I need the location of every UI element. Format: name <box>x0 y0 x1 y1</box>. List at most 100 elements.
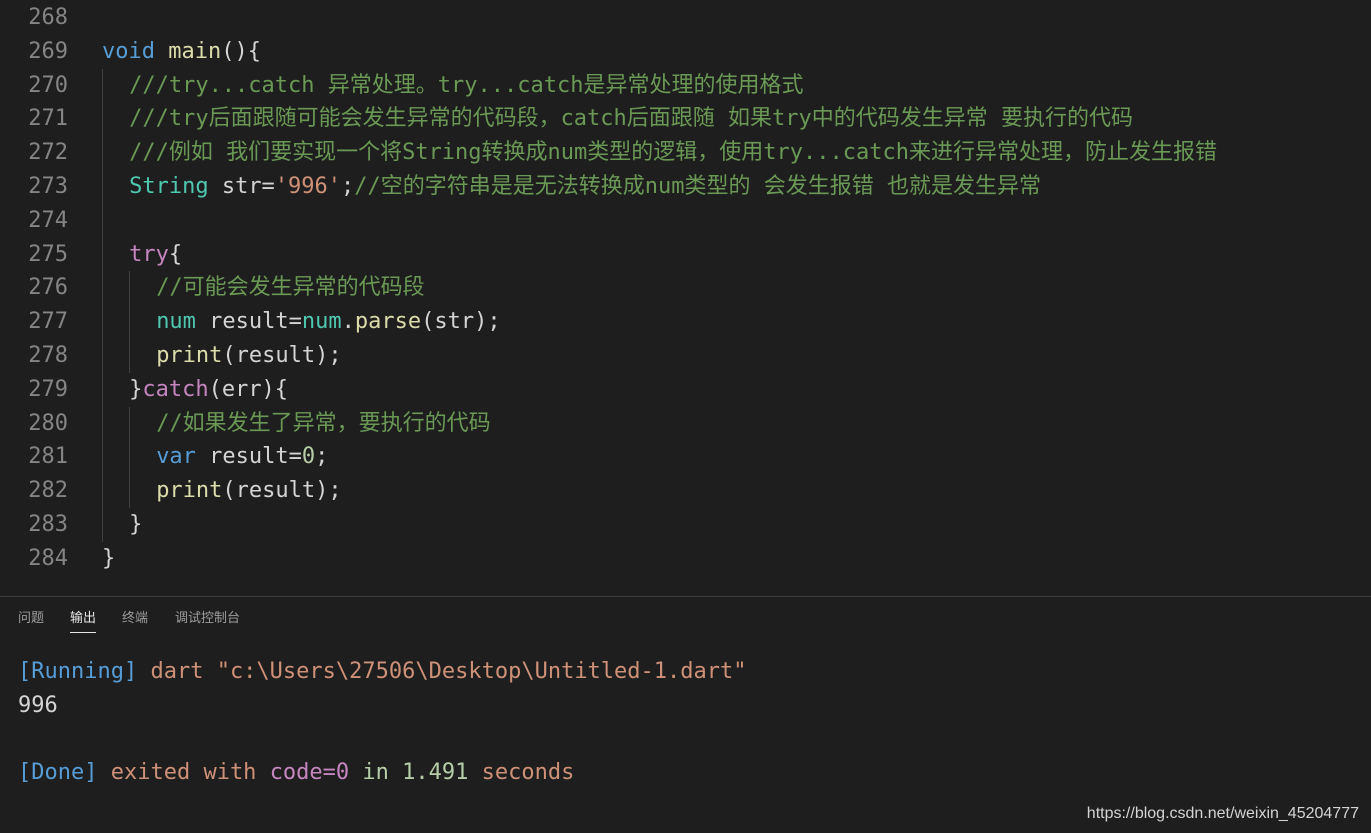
code-line[interactable]: 277 num result=num.parse(str); <box>0 305 1371 340</box>
indent-guide <box>102 372 103 407</box>
indent-guide <box>102 508 103 542</box>
code-token: //可能会发生异常的代码段 <box>156 275 425 301</box>
watermark: https://blog.csdn.net/weixin_45204777 <box>1086 805 1359 822</box>
line-number: 276 <box>28 275 68 301</box>
code-line[interactable]: 280 //如果发生了异常，要执行的代码 <box>0 406 1371 441</box>
code-text: ///try后面跟随可能会发生异常的代码段，catch后面跟随 如果try中的代… <box>129 102 1133 136</box>
tab-terminal[interactable]: 终端 <box>122 610 148 632</box>
code-token: } <box>129 376 143 402</box>
running-tag: [Running] <box>18 659 138 684</box>
code-token: print <box>156 343 223 368</box>
code-line[interactable]: 269 void main(){ <box>0 35 1371 69</box>
code-text: ///try...catch 异常处理。try...catch是异常处理的使用格… <box>129 69 803 103</box>
code-text: } <box>129 508 142 542</box>
code-text: num result=num.parse(str); <box>156 305 500 339</box>
indent-guide <box>102 203 103 238</box>
code-line[interactable]: 278 print(result); <box>0 339 1371 373</box>
line-number: 274 <box>28 207 68 233</box>
code-text: print(result); <box>156 339 341 373</box>
code-token: result= <box>195 444 302 470</box>
line-number: 281 <box>28 444 68 470</box>
output-result: 996 <box>18 693 58 718</box>
indent-guide <box>102 271 103 306</box>
line-number: 275 <box>28 241 68 267</box>
indent-guide <box>129 440 131 475</box>
code-token: result= <box>195 309 302 335</box>
code-text: try{ <box>129 238 182 272</box>
tab-debug-console[interactable]: 调试控制台 <box>175 610 240 632</box>
code-token: num <box>301 309 342 335</box>
indent-guide <box>129 305 131 340</box>
indent-guide <box>102 339 103 373</box>
indent-guide <box>129 339 131 373</box>
code-text: } <box>102 542 115 576</box>
code-token: '996' <box>274 174 342 199</box>
code-token: ; <box>315 444 329 470</box>
code-editor[interactable]: 268 269 void main(){ 270 ///try...catch 异常处理… <box>0 0 1371 596</box>
code-token: //如果发生了异常，要执行的代码 <box>156 410 491 436</box>
line-number: 283 <box>28 512 68 537</box>
code-token: (str); <box>421 309 501 335</box>
output-running-line: [Running] dart "c:\Users\27506\Desktop\U… <box>18 655 747 689</box>
code-token: num <box>156 309 196 335</box>
code-line[interactable]: 272 ///例如 我们要实现一个将String转换成num类型的逻辑，使用try… <box>0 136 1371 171</box>
code-text: print(result); <box>156 474 341 508</box>
code-line[interactable]: 275 try{ <box>0 237 1371 272</box>
code-token: } <box>129 512 143 537</box>
line-number: 268 <box>28 5 68 30</box>
code-token: (result); <box>222 343 342 368</box>
line-number: 277 <box>28 309 68 335</box>
code-token: print <box>156 478 223 504</box>
done-time: 1.491 <box>402 760 469 785</box>
indent-guide <box>129 406 131 441</box>
code-line[interactable]: 283} <box>0 508 1371 542</box>
code-token: 0 <box>301 444 316 470</box>
indent-guide <box>102 237 103 272</box>
indent-guide <box>129 474 131 509</box>
tab-output[interactable]: 输出 <box>70 610 97 633</box>
code-token: main <box>168 38 222 64</box>
done-in: in <box>362 760 389 785</box>
code-line[interactable]: 273 String str='996';//空的字符串是是无法转换成num类型的… <box>0 170 1371 204</box>
code-line[interactable]: 282 print(result); <box>0 474 1371 509</box>
done-exited: exited with <box>110 760 257 785</box>
code-line[interactable]: 281 var result=0; <box>0 440 1371 475</box>
code-token: (){ <box>221 38 261 64</box>
indent-guide <box>129 271 131 306</box>
indent-guide <box>102 406 103 441</box>
tab-problems[interactable]: 问题 <box>18 610 44 632</box>
line-number: 272 <box>28 140 68 166</box>
done-code: code=0 <box>269 760 350 785</box>
line-number: 284 <box>28 545 68 571</box>
indent-guide <box>102 170 103 204</box>
code-text: var result=0; <box>156 440 328 474</box>
code-token: { <box>168 241 183 267</box>
code-line[interactable]: 279}catch(err){ <box>0 372 1371 407</box>
code-text: //如果发生了异常，要执行的代码 <box>156 407 491 441</box>
code-token: ; <box>341 174 355 199</box>
code-line[interactable]: 268 <box>0 1 1371 35</box>
line-number: 270 <box>28 72 68 98</box>
code-line[interactable]: 274 <box>0 203 1371 238</box>
code-token: //空的字符串是是无法转换成num类型的 会发生报错 也就是发生异常 <box>354 174 1042 199</box>
line-number: 282 <box>28 478 68 504</box>
code-line[interactable]: 284} <box>0 542 1371 576</box>
line-number: 269 <box>28 38 68 64</box>
code-line[interactable]: 270 ///try...catch 异常处理。try...catch是异常处理的… <box>0 68 1371 103</box>
indent-guide <box>102 102 103 137</box>
code-text: //可能会发生异常的代码段 <box>156 271 425 305</box>
line-number: 279 <box>28 376 68 402</box>
code-line[interactable]: 271 ///try后面跟随可能会发生异常的代码段，catch后面跟随 如果try… <box>0 102 1371 137</box>
code-token: (err){ <box>208 376 289 402</box>
code-text: String str='996';//空的字符串是是无法转换成num类型的 会发… <box>129 170 1041 204</box>
done-seconds: seconds <box>481 760 575 785</box>
code-line[interactable]: 276 //可能会发生异常的代码段 <box>0 271 1371 306</box>
code-token: String <box>129 174 209 199</box>
code-token: catch <box>142 376 209 402</box>
code-token: ///try...catch 异常处理。try...catch是异常处理的使用格… <box>129 72 804 98</box>
indent-guide <box>102 68 103 103</box>
code-token: parse <box>354 309 422 335</box>
code-token: . <box>341 309 355 335</box>
code-token: ///例如 我们要实现一个将String转换成num类型的逻辑，使用try...… <box>129 140 1217 166</box>
